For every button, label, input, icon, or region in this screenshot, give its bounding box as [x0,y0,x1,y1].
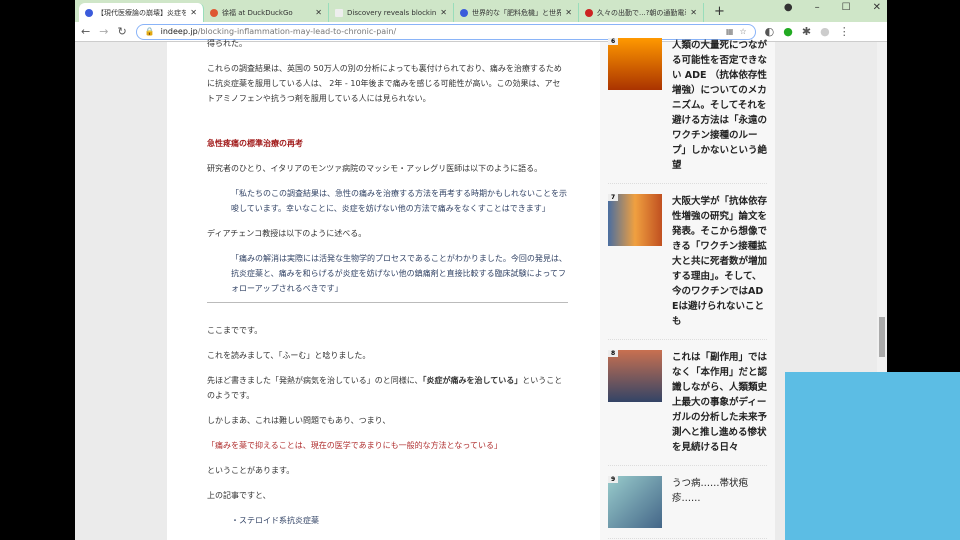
divider [207,302,568,303]
site-icon [460,8,468,17]
close-tab-icon[interactable]: ✕ [190,8,197,17]
rank-number: 6 [608,38,619,45]
close-tab-icon[interactable]: ✕ [690,8,697,17]
text: 先ほど書きました「発熱が病気を治している」のと同様に、 [207,376,423,385]
extension-green-icon[interactable]: ● [783,25,793,38]
tab-4[interactable]: 世界的な「肥料危機」と世界経済 ✕ [454,3,579,22]
paragraph: ここまでです。 [207,326,263,335]
paragraph: 先ほど書きました「発熱が病気を治している」のと同様に、「炎症が痛みを治している」… [207,373,568,403]
site-icon [585,8,593,17]
ranking-item[interactable]: 7 大阪大学が「抗体依存性増強の研究」論文を発表。そこから想像できる「ワクチン接種… [608,194,767,340]
tab-title: 久々の出勤で...?朝の通勤電車で [597,8,686,17]
paragraph: 得られた。 [207,39,247,48]
thumbnail[interactable]: 6 [608,38,662,90]
url-domain: indeep.jp [160,27,198,36]
highlight-text: 「痛みを薬で抑えることは、現在の医学であまりにも一般的な方法となっている」 [207,441,503,450]
thumbnail[interactable]: 8 [608,350,662,402]
blockquote: 「私たちのこの調査結果は、急性の痛みを治療する方法を再考する時期かもしれないこと… [231,189,567,213]
thumbnail[interactable]: 9 [608,476,662,528]
paragraph: ディアチェンコ教授は以下のように述べる。 [207,229,367,238]
maximize-button[interactable]: ☐ [842,2,851,13]
qr-icon[interactable]: ▦ [726,27,734,36]
rank-number: 7 [608,194,619,201]
tab-title: 徐福 at DuckDuckGo [222,8,293,17]
avatar[interactable]: ● [820,25,830,38]
rank-number: 8 [608,350,619,357]
duckduckgo-icon [210,8,218,17]
lock-icon: 🔒 [144,27,155,36]
ranking-item[interactable]: 9 うつ病……帯状疱疹…… [608,476,767,539]
ranking-title[interactable]: これは「副作用」ではなく「本作用」だと認識しながら、人類類史上最大の事象がディー… [672,350,767,455]
reload-icon[interactable]: ↻ [117,25,126,38]
ranking-item[interactable]: 6 人類の大量死につながる可能性を否定できない ADE （抗体依存性増強）について… [608,38,767,184]
ranking-item[interactable]: 8 これは「副作用」ではなく「本作用」だと認識しながら、人類類史上最大の事象がディ… [608,350,767,466]
close-tab-icon[interactable]: ✕ [315,8,322,17]
tab-3[interactable]: Discovery reveals blocking inflam✕ [329,3,454,22]
back-icon[interactable]: ← [81,25,90,38]
paragraph: 上の記事ですと、 [207,491,271,500]
site-icon [85,8,93,17]
section-heading: 急性疼痛の標準治療の再考 [207,139,303,148]
tab-bar: 【現代医療論の崩壊】炎症を止め ✕ 徐福 at DuckDuckGo ✕ Disco… [75,0,887,22]
webcam-overlay [785,372,960,540]
browser-window: 【現代医療論の崩壊】炎症を止め ✕ 徐福 at DuckDuckGo ✕ Disco… [75,0,887,540]
bookmark-star-icon[interactable]: ☆ [739,27,746,36]
thumbnail[interactable]: 7 [608,194,662,246]
ranking-title[interactable]: 人類の大量死につながる可能性を否定できない ADE （抗体依存性増強）についての… [672,38,767,173]
close-window-button[interactable]: ✕ [873,2,881,13]
paragraph: これを読みまして、「ふーむ」と唸りました。 [207,351,371,360]
minimize-button[interactable]: – [815,2,820,13]
scrollbar-thumb[interactable] [879,317,885,357]
ranking-sidebar: 6 人類の大量死につながる可能性を否定できない ADE （抗体依存性増強）について… [600,38,775,540]
new-tab-button[interactable]: + [714,4,725,19]
list-item: ・ステロイド系抗炎症薬 [231,516,319,525]
site-icon [335,8,343,17]
extension-icon[interactable]: ◐ [765,25,775,38]
tab-5[interactable]: 久々の出勤で...?朝の通勤電車で ✕ [579,3,704,22]
close-tab-icon[interactable]: ✕ [565,8,572,17]
profile-icon[interactable]: ● [784,2,793,13]
blockquote: 「痛みの解消は実際には活発な生物学的プロセスであることがわかりました。今回の発見… [231,254,567,293]
ranking-title[interactable]: 大阪大学が「抗体依存性増強の研究」論文を発表。そこから想像できる「ワクチン接種拡… [672,194,767,329]
rank-number: 9 [608,476,619,483]
url-path: /blocking-inflammation-may-lead-to-chron… [197,27,397,36]
forward-icon[interactable]: → [99,25,108,38]
tab-1[interactable]: 【現代医療論の崩壊】炎症を止め ✕ [79,3,204,22]
menu-icon[interactable]: ⋮ [839,25,850,38]
extensions-puzzle-icon[interactable]: ✱ [802,25,811,38]
paragraph: ということがあります。 [207,466,295,475]
tab-2[interactable]: 徐福 at DuckDuckGo ✕ [204,3,329,22]
paragraph: 研究者のひとり、イタリアのモンツァ病院のマッシモ・アッレグリ医師は以下のように語… [207,164,543,173]
tab-title: Discovery reveals blocking inflam [347,8,437,17]
close-tab-icon[interactable]: ✕ [440,8,447,17]
bold-text: 「炎症が痛みを治している」 [422,376,523,385]
ranking-title[interactable]: うつ病……帯状疱疹…… [672,476,767,528]
article-body: 得られた。 これらの調査結果は、英国の 50万人の別の分析によっても裏付けられて… [167,39,600,540]
paragraph: しかしまあ、これは難しい問題でもあり、つまり、 [207,416,391,425]
tab-title: 【現代医療論の崩壊】炎症を止め [97,8,186,17]
paragraph: これらの調査結果は、英国の 50万人の別の分析によっても裏付けられており、痛みを… [207,64,562,103]
tab-title: 世界的な「肥料危機」と世界経済 [472,8,561,17]
